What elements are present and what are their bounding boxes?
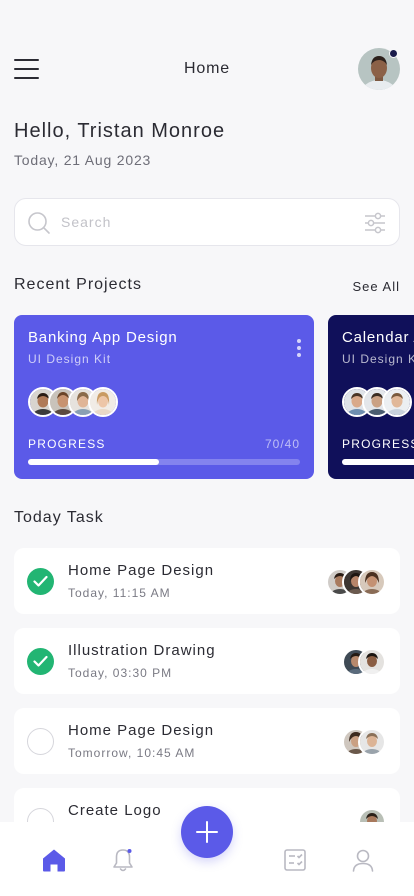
- task-time: Tomorrow, 10:45 AM: [68, 746, 196, 760]
- task-time: Today, 03:30 PM: [68, 666, 173, 680]
- project-card[interactable]: Banking App Design UI Design Kit PROGRES…: [14, 315, 314, 479]
- project-title: Banking App Design: [28, 329, 178, 346]
- task-checkbox[interactable]: [27, 648, 54, 675]
- task-title: Illustration Drawing: [68, 642, 216, 659]
- notification-dot: [389, 49, 398, 58]
- progress-bar: [28, 459, 300, 465]
- check-icon: [33, 575, 48, 587]
- task-card[interactable]: Home Page Design Today, 11:15 AM: [14, 548, 400, 614]
- progress-fill: [28, 459, 159, 465]
- task-list-icon[interactable]: [281, 846, 309, 874]
- date-label: Today, 21 Aug 2023: [14, 152, 152, 168]
- task-team: [342, 728, 386, 756]
- project-subtitle: UI Design Kit: [28, 352, 112, 366]
- progress-label: PROGRESS: [342, 437, 414, 451]
- project-subtitle: UI Design Kit: [342, 352, 414, 366]
- greeting: Hello, Tristan Monroe: [14, 120, 226, 142]
- progress-fill: [342, 459, 414, 465]
- progress-label: PROGRESS: [28, 437, 106, 451]
- today-task-title: Today Task: [14, 509, 104, 526]
- more-options-icon[interactable]: [296, 339, 302, 357]
- task-checkbox[interactable]: [27, 728, 54, 755]
- task-title: Home Page Design: [68, 722, 215, 739]
- home-icon[interactable]: [40, 846, 68, 874]
- project-card[interactable]: Calendar App UI Design Kit PROGRESS: [328, 315, 414, 479]
- profile-icon[interactable]: [349, 846, 377, 874]
- search-bar[interactable]: [14, 198, 400, 246]
- task-card[interactable]: Home Page Design Tomorrow, 10:45 AM: [14, 708, 400, 774]
- task-card[interactable]: Illustration Drawing Today, 03:30 PM: [14, 628, 400, 694]
- task-checkbox[interactable]: [27, 568, 54, 595]
- avatar: [358, 648, 386, 676]
- see-all-link[interactable]: See All: [353, 279, 400, 294]
- avatar: [358, 568, 386, 596]
- progress-bar: [342, 459, 414, 465]
- progress-value: 70/40: [264, 437, 300, 451]
- recent-projects-title: Recent Projects: [14, 276, 142, 293]
- task-title: Home Page Design: [68, 562, 215, 579]
- filter-sliders-icon[interactable]: [363, 211, 387, 240]
- add-icon[interactable]: [181, 806, 233, 858]
- search-input[interactable]: [61, 209, 351, 235]
- task-time: Today, 11:15 AM: [68, 586, 171, 600]
- task-title: Create Logo: [68, 802, 162, 819]
- avatar: [382, 387, 412, 417]
- project-title: Calendar App: [342, 329, 414, 346]
- search-icon: [27, 211, 51, 240]
- task-team: [326, 568, 386, 596]
- page-title: Home: [184, 60, 230, 77]
- home-screen: Home Hello, Tristan Monroe Today, 21 Aug…: [0, 0, 414, 896]
- task-team: [342, 648, 386, 676]
- check-icon: [33, 655, 48, 667]
- avatar: [88, 387, 118, 417]
- bell-icon[interactable]: [109, 846, 137, 874]
- avatar: [358, 728, 386, 756]
